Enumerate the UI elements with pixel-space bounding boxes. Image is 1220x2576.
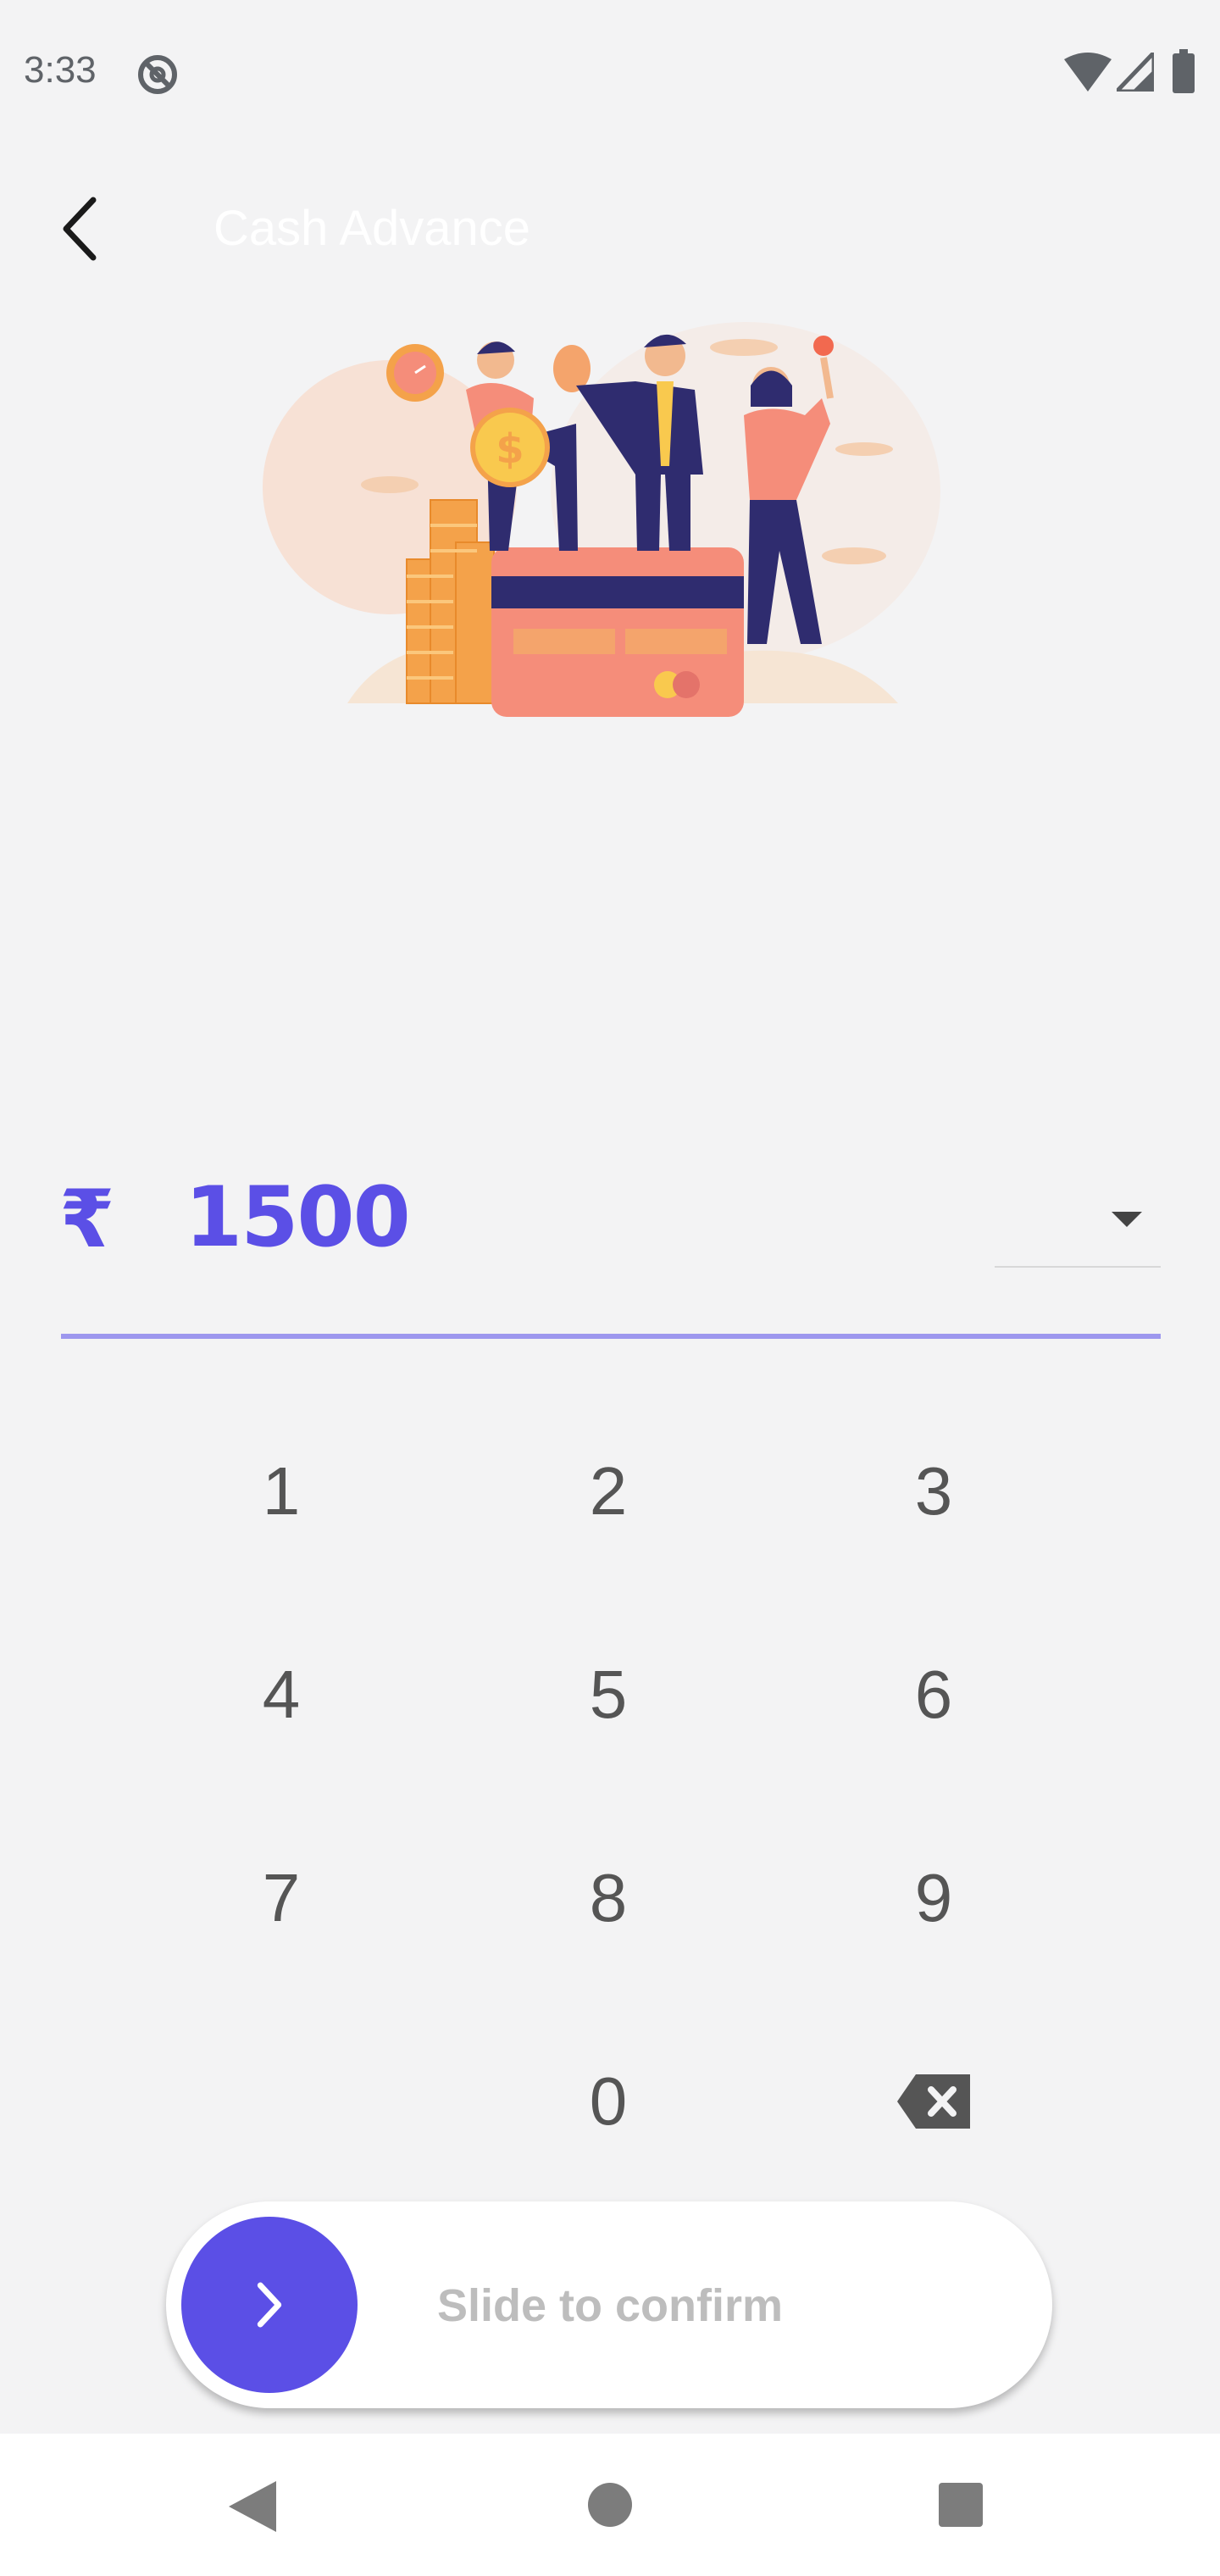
do-not-disturb-icon <box>136 53 180 97</box>
currency-symbol: ₹ <box>59 1174 115 1266</box>
amount-dropdown[interactable] <box>995 1178 1161 1268</box>
chevron-right-icon <box>257 2282 282 2328</box>
backspace-button[interactable] <box>807 2017 1061 2186</box>
caret-down-icon <box>1112 1212 1142 1227</box>
nav-home-icon[interactable] <box>588 2483 632 2527</box>
status-time: 3:33 <box>24 49 97 91</box>
svg-text:$: $ <box>496 425 524 473</box>
nav-back-icon[interactable] <box>229 2481 276 2532</box>
slide-knob[interactable] <box>181 2217 358 2393</box>
battery-icon <box>1173 49 1195 93</box>
keypad-key-7[interactable]: 7 <box>154 1813 408 1983</box>
amount-underline <box>61 1334 1161 1339</box>
keypad-key-3[interactable]: 3 <box>807 1407 1061 1576</box>
keypad-key-1[interactable]: 1 <box>154 1407 408 1576</box>
page-title: Cash Advance <box>214 201 531 256</box>
amount-input[interactable]: 1500 <box>185 1169 411 1266</box>
slide-to-confirm[interactable]: Slide to confirm <box>166 2201 1052 2408</box>
keypad-key-6[interactable]: 6 <box>807 1610 1061 1779</box>
backspace-icon <box>897 2074 970 2129</box>
wifi-icon <box>1064 53 1112 92</box>
navigation-bar <box>0 2434 1220 2576</box>
people-with-money-and-card-illustration: $ <box>237 305 966 729</box>
slide-label: Slide to confirm <box>437 2280 784 2331</box>
keypad-key-8[interactable]: 8 <box>481 1813 735 1983</box>
keypad-key-5[interactable]: 5 <box>481 1610 735 1779</box>
keypad-key-9[interactable]: 9 <box>807 1813 1061 1983</box>
keypad-key-2[interactable]: 2 <box>481 1407 735 1576</box>
chevron-left-icon <box>63 197 97 261</box>
keypad-key-0[interactable]: 0 <box>481 2017 735 2186</box>
keypad-key-4[interactable]: 4 <box>154 1610 408 1779</box>
nav-recents-icon[interactable] <box>939 2483 983 2527</box>
back-button[interactable] <box>49 188 117 269</box>
signal-icon <box>1112 47 1156 94</box>
